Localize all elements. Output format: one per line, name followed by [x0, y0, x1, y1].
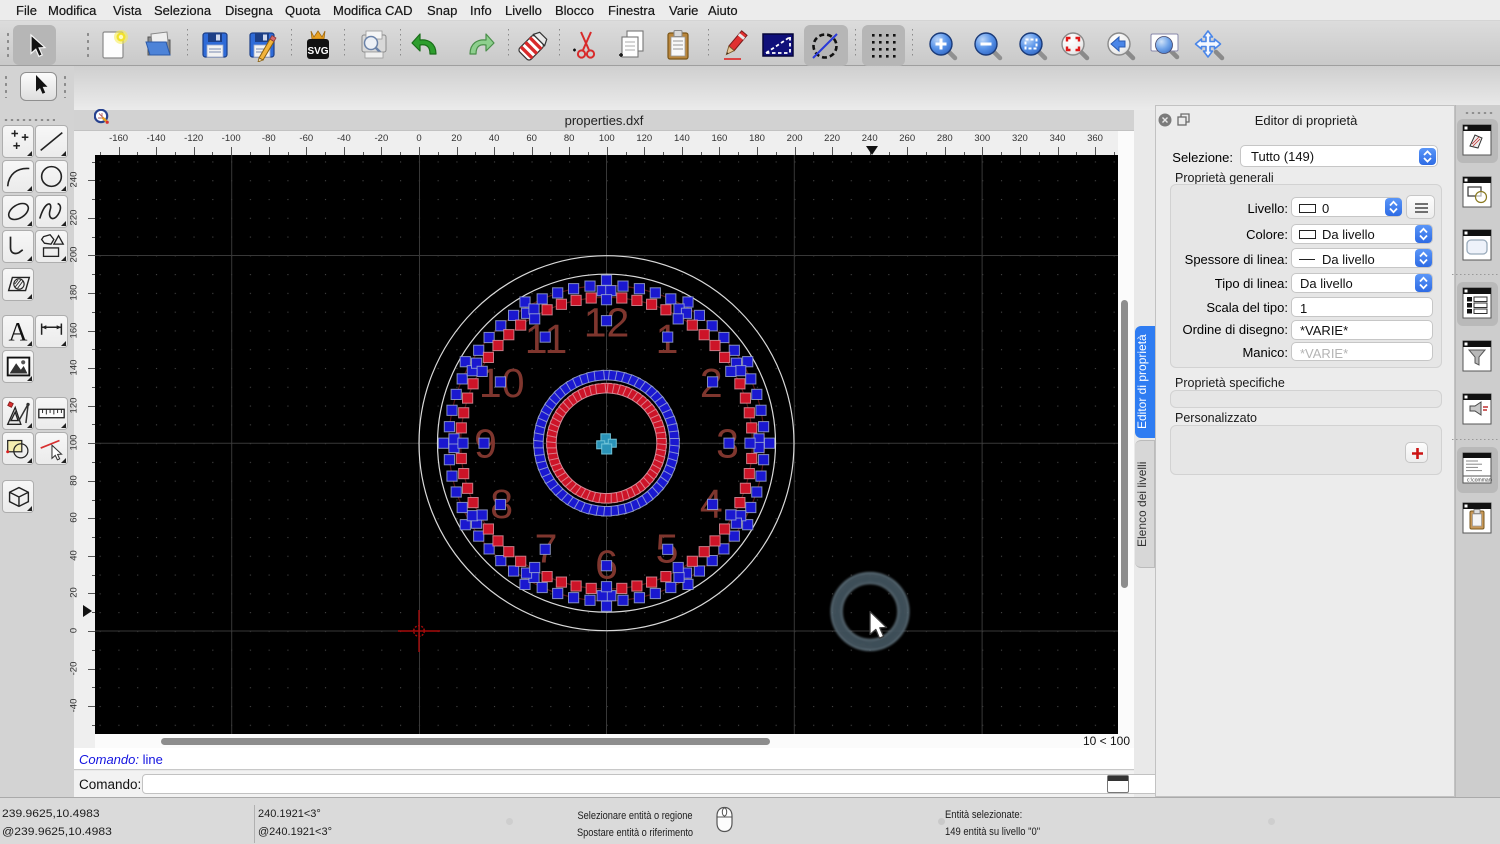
svg-text:c:\command: c:\command [1467, 478, 1492, 484]
svg-text:A: A [8, 317, 27, 346]
svg-text:SVG: SVG [307, 46, 328, 57]
